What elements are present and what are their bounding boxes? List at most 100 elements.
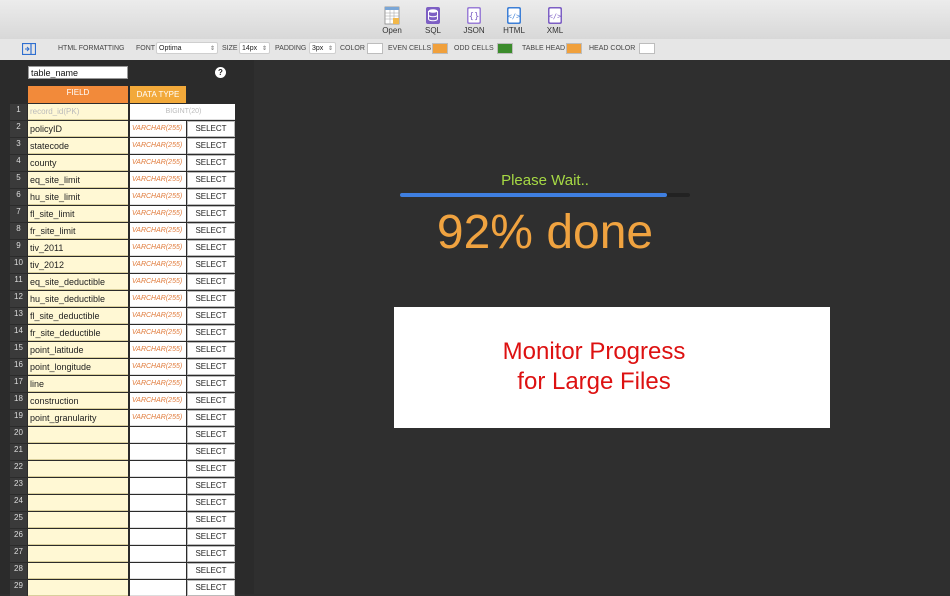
color-swatch[interactable] [367,43,383,54]
table-name-input[interactable]: table_name [28,66,128,79]
field-name-cell[interactable]: fr_site_deductible [28,325,128,341]
select-type-button[interactable]: SELECT [187,495,235,511]
select-type-button[interactable]: SELECT [187,359,235,375]
xml-button[interactable]: </> XML [535,4,575,37]
data-type-cell[interactable] [130,563,186,579]
data-type-cell[interactable]: VARCHAR(255) [130,155,186,171]
field-name-cell[interactable]: county [28,155,128,171]
select-type-button[interactable]: SELECT [187,512,235,528]
font-select[interactable]: Optima ⇕ [156,42,218,54]
select-type-button[interactable]: SELECT [187,393,235,409]
field-name-cell[interactable] [28,478,128,494]
data-type-cell[interactable]: VARCHAR(255) [130,121,186,137]
select-type-button[interactable]: SELECT [187,478,235,494]
data-type-cell[interactable] [130,546,186,562]
data-type-cell[interactable]: VARCHAR(255) [130,257,186,273]
field-name-cell[interactable]: point_longitude [28,359,128,375]
size-select[interactable]: 14px ⇕ [239,42,270,54]
toggle-sidebar-icon[interactable] [22,43,36,55]
data-type-cell[interactable]: VARCHAR(255) [130,274,186,290]
select-type-button[interactable]: SELECT [187,546,235,562]
data-type-cell[interactable]: BIGINT(20) [130,104,235,120]
field-name-cell[interactable]: point_granularity [28,410,128,426]
select-type-button[interactable]: SELECT [187,172,235,188]
select-type-button[interactable]: SELECT [187,240,235,256]
field-name-cell[interactable] [28,444,128,460]
field-name-cell[interactable]: hu_site_limit [28,189,128,205]
select-type-button[interactable]: SELECT [187,189,235,205]
select-type-button[interactable]: SELECT [187,563,235,579]
select-type-button[interactable]: SELECT [187,121,235,137]
select-type-button[interactable]: SELECT [187,291,235,307]
select-type-button[interactable]: SELECT [187,274,235,290]
field-name-cell[interactable]: fr_site_limit [28,223,128,239]
data-type-cell[interactable]: VARCHAR(255) [130,172,186,188]
select-type-button[interactable]: SELECT [187,223,235,239]
field-name-cell[interactable]: fl_site_deductible [28,308,128,324]
field-name-cell[interactable]: construction [28,393,128,409]
data-type-cell[interactable]: VARCHAR(255) [130,189,186,205]
row-number: 21 [10,444,27,460]
select-type-button[interactable]: SELECT [187,410,235,426]
field-name-cell[interactable]: tiv_2012 [28,257,128,273]
field-name-cell[interactable]: tiv_2011 [28,240,128,256]
field-name-cell[interactable] [28,546,128,562]
padding-select[interactable]: 3px ⇕ [309,42,336,54]
field-name-cell[interactable]: statecode [28,138,128,154]
select-type-button[interactable]: SELECT [187,427,235,443]
field-name-cell[interactable]: policyID [28,121,128,137]
select-type-button[interactable]: SELECT [187,461,235,477]
field-name-cell[interactable] [28,512,128,528]
html-button[interactable]: </> HTML [494,4,534,37]
data-type-cell[interactable] [130,495,186,511]
data-type-cell[interactable]: VARCHAR(255) [130,206,186,222]
select-type-button[interactable]: SELECT [187,206,235,222]
select-type-button[interactable]: SELECT [187,308,235,324]
field-name-cell[interactable] [28,461,128,477]
data-type-cell[interactable]: VARCHAR(255) [130,376,186,392]
sql-button[interactable]: SQL [413,4,453,37]
select-type-button[interactable]: SELECT [187,444,235,460]
open-button[interactable]: Open [372,4,412,37]
field-name-cell[interactable]: eq_site_limit [28,172,128,188]
field-name-cell[interactable]: fl_site_limit [28,206,128,222]
select-type-button[interactable]: SELECT [187,325,235,341]
data-type-cell[interactable]: VARCHAR(255) [130,291,186,307]
data-type-cell[interactable] [130,444,186,460]
data-type-cell[interactable]: VARCHAR(255) [130,325,186,341]
select-type-button[interactable]: SELECT [187,342,235,358]
field-name-cell[interactable] [28,563,128,579]
help-icon[interactable]: ? [215,67,226,78]
data-type-cell[interactable]: VARCHAR(255) [130,308,186,324]
field-name-cell[interactable] [28,495,128,511]
json-button[interactable]: {} JSON [454,4,494,37]
data-type-cell[interactable] [130,512,186,528]
odd-cells-swatch[interactable] [497,43,513,54]
select-type-button[interactable]: SELECT [187,529,235,545]
data-type-cell[interactable]: VARCHAR(255) [130,393,186,409]
data-type-cell[interactable]: VARCHAR(255) [130,138,186,154]
even-cells-swatch[interactable] [432,43,448,54]
data-type-cell[interactable] [130,478,186,494]
field-name-cell[interactable]: eq_site_deductible [28,274,128,290]
field-name-cell[interactable] [28,427,128,443]
data-type-cell[interactable]: VARCHAR(255) [130,223,186,239]
data-type-cell[interactable] [130,461,186,477]
table-head-swatch[interactable] [566,43,582,54]
data-type-cell[interactable]: VARCHAR(255) [130,359,186,375]
data-type-cell[interactable]: VARCHAR(255) [130,342,186,358]
data-type-cell[interactable]: VARCHAR(255) [130,240,186,256]
field-name-cell[interactable]: line [28,376,128,392]
head-color-swatch[interactable] [639,43,655,54]
select-type-button[interactable]: SELECT [187,138,235,154]
data-type-cell[interactable] [130,427,186,443]
field-name-cell[interactable]: hu_site_deductible [28,291,128,307]
field-name-cell[interactable]: point_latitude [28,342,128,358]
select-type-button[interactable]: SELECT [187,376,235,392]
field-name-cell[interactable] [28,529,128,545]
data-type-cell[interactable]: VARCHAR(255) [130,410,186,426]
select-type-button[interactable]: SELECT [187,257,235,273]
select-type-button[interactable]: SELECT [187,155,235,171]
data-type-cell[interactable] [130,529,186,545]
field-name-cell[interactable]: record_id(PK) [28,104,128,120]
